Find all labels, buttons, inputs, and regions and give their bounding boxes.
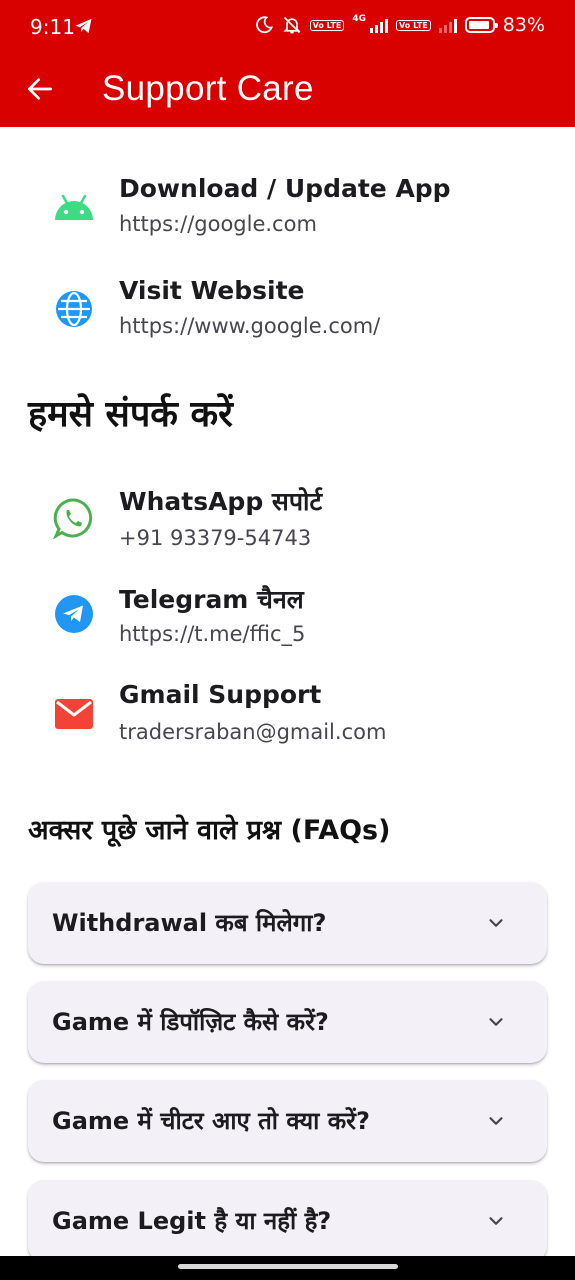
faq-question: Withdrawal कब मिलेगा? (52, 909, 327, 937)
battery-icon (464, 17, 498, 33)
chevron-down-icon (489, 1117, 503, 1125)
whatsapp-title: WhatsApp सपोर्ट (119, 487, 323, 516)
status-bar: 9:11 Vo LTE 4G Vo LTE 83% (0, 0, 575, 55)
telegram-url: https://t.me/ffic_5 (119, 622, 306, 646)
globe-icon (52, 287, 96, 331)
visit-website-item[interactable]: Visit Website https://www.google.com/ (0, 262, 575, 358)
gmail-title: Gmail Support (119, 680, 322, 709)
battery-percent: 83% (502, 14, 545, 36)
telegram-channel-item[interactable]: Telegram चैनल https://t.me/ffic_5 (0, 572, 575, 668)
faq-item-cheater[interactable]: Game में चीटर आए तो क्या करें? (28, 1080, 547, 1162)
signal-icon-2 (438, 17, 457, 33)
faq-question: Game Legit है या नहीं है? (52, 1207, 332, 1235)
android-icon (52, 185, 96, 229)
chevron-down-icon (489, 1018, 503, 1026)
chevron-down-icon (489, 1217, 503, 1225)
faq-question: Game में डिपॉज़िट कैसे करें? (52, 1008, 329, 1036)
system-navigation-bar (0, 1256, 575, 1280)
faq-item-legit[interactable]: Game Legit है या नहीं है? (28, 1180, 547, 1262)
volte-icon: Vo LTE (309, 19, 345, 31)
whatsapp-icon (52, 496, 96, 540)
moon-icon (255, 16, 273, 34)
network-type-label: 4G (352, 14, 367, 24)
telegram-title: Telegram चैनल (119, 585, 304, 614)
gmail-icon (52, 692, 96, 736)
download-app-item[interactable]: Download / Update App https://google.com (0, 160, 575, 256)
signal-icon (370, 17, 389, 33)
gmail-support-item[interactable]: Gmail Support tradersraban@gmail.com (0, 670, 575, 766)
chevron-down-icon (489, 919, 503, 927)
faq-question: Game में चीटर आए तो क्या करें? (52, 1107, 370, 1135)
download-app-url: https://google.com (119, 212, 317, 236)
whatsapp-number: +91 93379-54743 (119, 526, 312, 550)
contact-heading: हमसे संपर्क करें (28, 394, 233, 435)
status-time: 9:11 (30, 15, 75, 39)
faq-heading: अक्सर पूछे जाने वाले प्रश्न (FAQs) (28, 815, 391, 846)
telegram-notification-icon (75, 18, 92, 34)
whatsapp-support-item[interactable]: WhatsApp सपोर्ट +91 93379-54743 (0, 474, 575, 570)
visit-website-url: https://www.google.com/ (119, 314, 381, 338)
faq-item-withdrawal[interactable]: Withdrawal कब मिलेगा? (28, 882, 547, 964)
status-icons: Vo LTE 4G Vo LTE 83% (254, 14, 545, 36)
app-bar: Support Care (0, 55, 575, 127)
download-app-title: Download / Update App (119, 174, 451, 203)
home-gesture-handle[interactable] (178, 1264, 398, 1269)
back-arrow-icon[interactable] (24, 73, 56, 105)
telegram-icon (52, 592, 96, 636)
faq-item-deposit[interactable]: Game में डिपॉज़िट कैसे करें? (28, 981, 547, 1063)
gmail-address: tradersraban@gmail.com (119, 720, 387, 744)
page-title: Support Care (102, 69, 314, 108)
volte-icon-2: Vo LTE (396, 19, 431, 31)
bell-off-icon (282, 16, 301, 34)
visit-website-title: Visit Website (119, 276, 305, 305)
